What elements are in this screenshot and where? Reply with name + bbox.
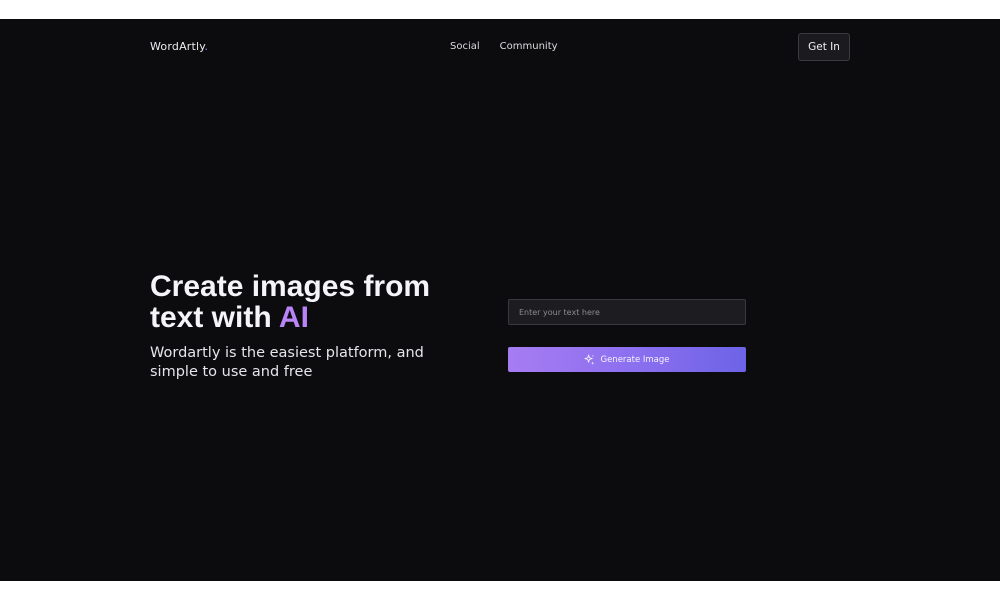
brand-logo[interactable]: WordArtly. [150,40,208,53]
hero-subtitle: Wordartly is the easiest platform, and s… [150,345,424,380]
brand-name: WordArtly [150,40,205,53]
nav-link-community[interactable]: Community [500,41,558,52]
hero-title: Create images from text with AI [150,271,490,333]
sparkle-icon [584,354,595,365]
nav-links: Social Community [450,41,558,52]
get-in-button[interactable]: Get In [798,33,850,61]
nav-link-social[interactable]: Social [450,41,480,52]
prompt-input[interactable] [508,299,746,325]
app-canvas: WordArtly. Social Community Get In Creat… [0,19,1000,581]
generate-image-label: Generate Image [600,354,670,365]
brand-dot: . [204,40,209,53]
generate-image-button[interactable]: Generate Image [508,347,746,372]
top-nav: WordArtly. Social Community Get In [0,19,1000,75]
hero-title-line2: text with [150,301,272,334]
hero-title-accent: AI [278,301,309,334]
hero-title-line1: Create images from [150,270,431,303]
